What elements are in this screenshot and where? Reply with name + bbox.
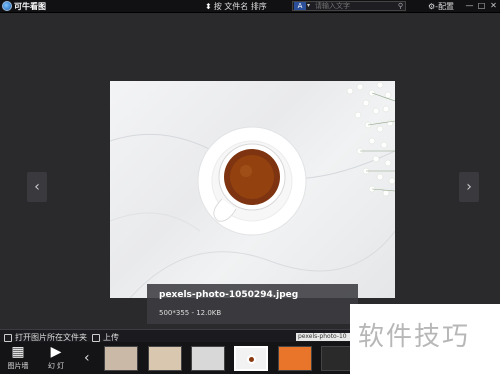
config-label: 配置 (438, 2, 455, 11)
slideshow-button[interactable]: ▶ 幻 灯 (38, 343, 74, 373)
maximize-button[interactable]: □ (477, 1, 486, 10)
search-box[interactable]: A ▾ ⚲ (292, 1, 406, 11)
picture-wall-label: 图片墙 (7, 362, 29, 370)
title-bar: 可牛看图 ⬍按 文件名 排序 A ▾ ⚲ ⚙-配置 — □ ✕ (0, 0, 500, 13)
image-dimensions-size: 500*355 - 12.0KB (159, 309, 222, 317)
watermark: 软件技巧 (350, 304, 500, 374)
search-engine-icon[interactable]: A (294, 2, 306, 10)
thumbnail-4[interactable] (234, 346, 268, 371)
image-info-panel: pexels-photo-1050294.jpeg 500*355 - 12.0… (147, 284, 358, 324)
config-button[interactable]: ⚙-配置 (428, 1, 454, 12)
file-name: pexels-photo-1050294.jpeg (159, 290, 299, 300)
window-controls: — □ ✕ (465, 1, 498, 10)
teacup-image (110, 81, 395, 298)
thumbnail-2[interactable] (148, 346, 182, 371)
search-input[interactable] (315, 2, 395, 10)
main-photo (110, 81, 395, 298)
sort-arrow-icon: ⬍ (205, 2, 212, 11)
chevron-down-icon[interactable]: ▾ (307, 2, 310, 10)
current-filename-tag: pexels-photo-10 (296, 333, 354, 341)
upload-icon (92, 333, 100, 342)
thumbnail-3[interactable] (191, 346, 225, 371)
minimize-button[interactable]: — (465, 1, 474, 10)
previous-image-button[interactable]: ‹ (27, 172, 47, 202)
thumbnails-prev-button[interactable]: ‹ (84, 350, 90, 366)
play-icon: ▶ (50, 344, 62, 360)
next-image-button[interactable]: › (459, 172, 479, 202)
grid-icon: ▦ (11, 344, 25, 360)
slideshow-label: 幻 灯 (47, 362, 65, 370)
search-icon[interactable]: ⚲ (398, 2, 403, 10)
thumbnail-5[interactable] (278, 346, 312, 371)
gear-icon: ⚙ (428, 2, 436, 11)
watermark-text: 软件技巧 (358, 322, 471, 352)
thumbnail-1[interactable] (104, 346, 138, 371)
app-title: 可牛看图 (14, 2, 46, 11)
app-logo-icon (2, 1, 12, 11)
picture-wall-button[interactable]: ▦ 图片墙 (0, 343, 36, 373)
sort-dropdown[interactable]: ⬍ 按 文件名 排序 (205, 1, 267, 12)
close-button[interactable]: ✕ (489, 1, 498, 10)
folder-icon (4, 333, 12, 342)
thumbnail-teacup-mark (247, 355, 256, 364)
sort-label: 按 文件名 排序 (213, 2, 267, 11)
